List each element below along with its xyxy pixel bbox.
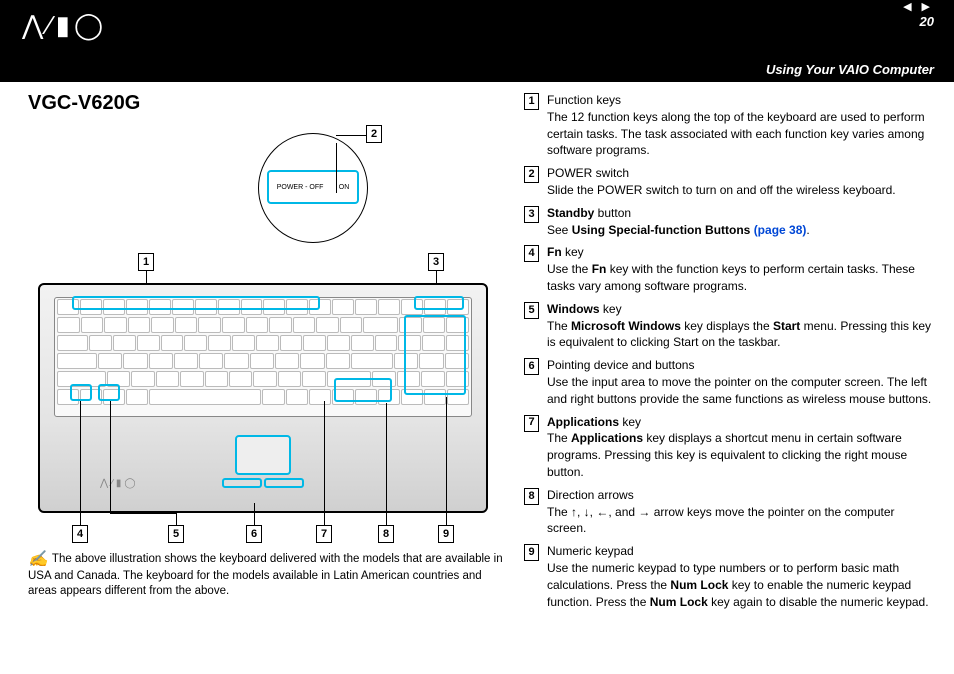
header-bar: ⋀∕▮◯ ◀ ▶ 20 xyxy=(0,0,954,58)
legend-label: Windows key xyxy=(547,301,936,318)
legend-text: POWER switchSlide the POWER switch to tu… xyxy=(547,165,936,199)
highlight-function-keys xyxy=(72,296,320,310)
legend-label: Applications key xyxy=(547,414,936,431)
legend-description: The 12 function keys along the top of th… xyxy=(547,109,936,159)
legend-number: 8 xyxy=(524,488,539,505)
touchpad-buttons xyxy=(193,478,333,488)
callout-1: 1 xyxy=(138,253,154,271)
callout-5: 5 xyxy=(168,525,184,543)
legend-column: 1 Function keysThe 12 function keys along… xyxy=(524,92,936,616)
illustration-note: ✍The above illustration shows the keyboa… xyxy=(28,547,508,600)
callout-8: 8 xyxy=(378,525,394,543)
legend-item: 9 Numeric keypadUse the numeric keypad to… xyxy=(524,543,936,610)
legend-text: Windows keyThe Microsoft Windows key dis… xyxy=(547,301,936,351)
callout-3: 3 xyxy=(428,253,444,271)
legend-text: Standby buttonSee Using Special-function… xyxy=(547,205,936,239)
legend-label: Standby button xyxy=(547,205,936,222)
legend-number: 5 xyxy=(524,302,539,319)
leader-6 xyxy=(254,503,255,525)
leader-2h xyxy=(336,135,366,136)
note-icon: ✍ xyxy=(28,549,48,571)
vaio-mini-logo: ⋀∕▮◯ xyxy=(100,478,139,489)
legend-text: Numeric keypadUse the numeric keypad to … xyxy=(547,543,936,610)
legend-description: Use the Fn key with the function keys to… xyxy=(547,261,936,295)
nav-prev-icon[interactable]: ◀ xyxy=(903,0,911,13)
legend-item: 2 POWER switchSlide the POWER switch to t… xyxy=(524,165,936,199)
legend-item: 4 Fn keyUse the Fn key with the function … xyxy=(524,244,936,294)
legend-text: Pointing device and buttonsUse the input… xyxy=(547,357,936,407)
leader-8 xyxy=(386,403,387,525)
legend-label: Function keys xyxy=(547,92,936,109)
legend-label: POWER switch xyxy=(547,165,936,182)
callout-2: 2 xyxy=(366,125,382,143)
keyboard-illustration: POWER - OFF ON 2 1 3 xyxy=(28,123,508,543)
legend-description: Use the input area to move the pointer o… xyxy=(547,374,936,408)
legend-description: The Applications key displays a shortcut… xyxy=(547,430,936,480)
leader-9 xyxy=(446,397,447,525)
legend-description: Use the numeric keypad to type numbers o… xyxy=(547,560,936,610)
vaio-logo: ⋀∕▮◯ xyxy=(22,10,107,41)
legend-number: 9 xyxy=(524,544,539,561)
callout-4: 4 xyxy=(72,525,88,543)
legend-item: 6 Pointing device and buttonsUse the inpu… xyxy=(524,357,936,407)
legend-text: Direction arrowsThe ↑, ↓, ←, and → arrow… xyxy=(547,487,936,537)
legend-item: 1 Function keysThe 12 function keys along… xyxy=(524,92,936,159)
leader-4 xyxy=(80,401,81,525)
leader-5h xyxy=(110,513,176,514)
leader-5v xyxy=(110,401,111,513)
page-number: 20 xyxy=(920,14,934,29)
legend-description: The Microsoft Windows key displays the S… xyxy=(547,318,936,352)
legend-text: Function keysThe 12 function keys along … xyxy=(547,92,936,159)
legend-number: 2 xyxy=(524,166,539,183)
power-label: POWER - OFF xyxy=(277,184,324,191)
legend-description: The ↑, ↓, ←, and → arrow keys move the p… xyxy=(547,504,936,538)
callout-9: 9 xyxy=(438,525,454,543)
touchpad-area xyxy=(193,435,333,497)
legend-number: 4 xyxy=(524,245,539,262)
highlight-windows xyxy=(98,384,120,401)
power-switch-detail: POWER - OFF ON xyxy=(267,170,359,204)
legend-item: 8 Direction arrowsThe ↑, ↓, ←, and → arro… xyxy=(524,487,936,537)
power-on-label: ON xyxy=(339,184,350,191)
legend-text: Applications keyThe Applications key dis… xyxy=(547,414,936,481)
power-switch-inset: POWER - OFF ON xyxy=(258,133,368,243)
highlight-numpad xyxy=(404,315,466,395)
legend-label: Direction arrows xyxy=(547,487,936,504)
legend-number: 6 xyxy=(524,358,539,375)
legend-number: 3 xyxy=(524,206,539,223)
legend-label: Numeric keypad xyxy=(547,543,936,560)
page-title: VGC-V620G xyxy=(28,92,508,115)
legend-label: Fn key xyxy=(547,244,936,261)
left-column: VGC-V620G POWER - OFF ON 2 1 3 xyxy=(28,92,508,616)
leader-7 xyxy=(324,401,325,525)
leader-2 xyxy=(336,143,337,193)
note-text: The above illustration shows the keyboar… xyxy=(28,553,503,597)
highlight-standby xyxy=(414,296,464,310)
nav-next-icon[interactable]: ▶ xyxy=(922,0,930,13)
section-title: Using Your VAIO Computer xyxy=(766,62,934,77)
legend-text: Fn keyUse the Fn key with the function k… xyxy=(547,244,936,294)
legend-label: Pointing device and buttons xyxy=(547,357,936,374)
callout-6: 6 xyxy=(246,525,262,543)
legend-description: Slide the POWER switch to turn on and of… xyxy=(547,182,936,199)
legend-item: 3 Standby buttonSee Using Special-functio… xyxy=(524,205,936,239)
leader-5v2 xyxy=(176,513,177,525)
highlight-fn xyxy=(70,384,92,401)
legend-description: See Using Special-function Buttons (page… xyxy=(547,222,936,239)
nav-arrows: ◀ ▶ xyxy=(903,0,930,13)
section-strip: Using Your VAIO Computer xyxy=(0,58,954,82)
callout-7: 7 xyxy=(316,525,332,543)
touchpad xyxy=(235,435,291,475)
legend-number: 7 xyxy=(524,415,539,432)
legend-item: 7 Applications keyThe Applications key di… xyxy=(524,414,936,481)
legend-number: 1 xyxy=(524,93,539,110)
highlight-arrows xyxy=(334,378,392,402)
content: VGC-V620G POWER - OFF ON 2 1 3 xyxy=(0,82,954,626)
legend-item: 5 Windows keyThe Microsoft Windows key di… xyxy=(524,301,936,351)
